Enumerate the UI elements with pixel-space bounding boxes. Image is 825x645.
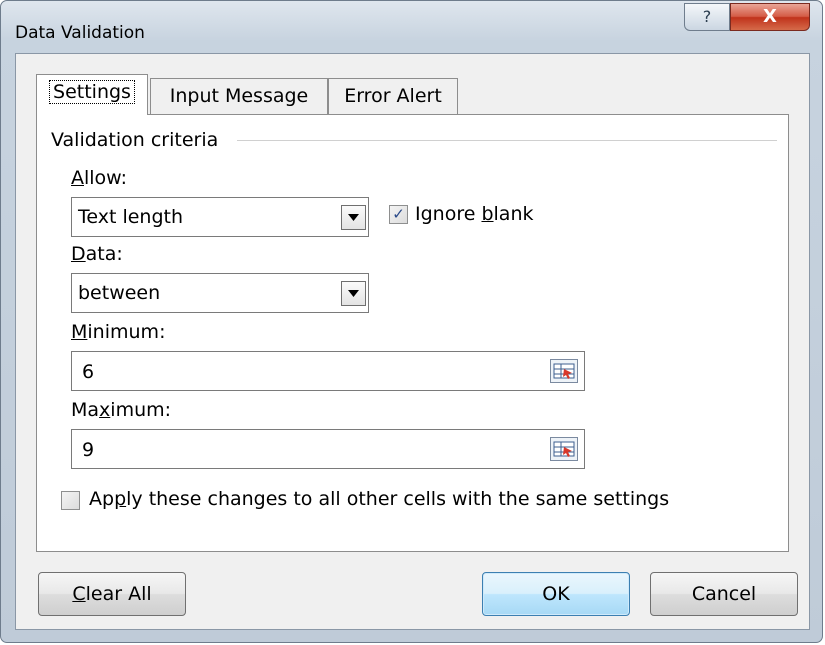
allow-dropdown[interactable]: Text length	[71, 197, 369, 237]
window-title: Data Validation	[15, 23, 145, 43]
minimum-label: Minimum:	[71, 321, 166, 343]
help-button[interactable]: ?	[684, 3, 730, 31]
tab-input-message-label: Input Message	[169, 85, 309, 107]
data-validation-dialog: Data Validation ? X Settings Input Messa…	[0, 0, 823, 643]
settings-panel: Validation criteria Allow: Text length ✓…	[36, 114, 789, 552]
tab-settings-label: Settings	[49, 80, 135, 104]
close-button[interactable]: X	[730, 3, 810, 31]
minimum-range-select-button[interactable]	[550, 359, 578, 383]
minimum-input[interactable]: 6	[71, 351, 585, 391]
data-label: Data:	[71, 243, 123, 265]
checkmark-icon: ✓	[392, 205, 405, 223]
close-icon: X	[763, 6, 777, 27]
data-dropdown-button[interactable]	[341, 281, 366, 306]
help-icon: ?	[702, 7, 712, 26]
range-select-icon	[553, 363, 575, 379]
data-dropdown[interactable]: between	[71, 273, 369, 313]
maximum-label: Maximum:	[71, 399, 172, 421]
tab-error-alert[interactable]: Error Alert	[328, 78, 458, 114]
allow-value: Text length	[78, 206, 184, 228]
chevron-down-icon	[348, 289, 359, 297]
title-bar[interactable]: Data Validation ? X	[1, 1, 822, 53]
data-value: between	[78, 282, 161, 304]
allow-dropdown-button[interactable]	[341, 205, 366, 230]
allow-label: Allow:	[71, 167, 128, 189]
dialog-body: Settings Input Message Error Alert Valid…	[15, 53, 810, 630]
range-select-icon	[553, 441, 575, 457]
tab-settings[interactable]: Settings	[36, 74, 148, 115]
ignore-blank-checkbox[interactable]: ✓	[389, 205, 408, 224]
group-divider	[237, 140, 777, 141]
maximum-value: 9	[82, 439, 95, 461]
validation-criteria-label: Validation criteria	[51, 129, 219, 151]
tab-input-message[interactable]: Input Message	[150, 78, 328, 114]
chevron-down-icon	[348, 213, 359, 221]
minimum-value: 6	[82, 361, 95, 383]
tab-error-alert-label: Error Alert	[344, 85, 442, 107]
apply-all-checkbox[interactable]	[61, 491, 80, 510]
ignore-blank-label[interactable]: Ignore blank	[415, 203, 534, 225]
apply-all-label[interactable]: Apply these changes to all other cells w…	[89, 488, 669, 510]
maximum-input[interactable]: 9	[71, 429, 585, 469]
maximum-range-select-button[interactable]	[550, 437, 578, 461]
ok-button[interactable]: OK	[482, 572, 630, 616]
cancel-button[interactable]: Cancel	[650, 572, 798, 616]
clear-all-button[interactable]: Clear All	[38, 572, 186, 616]
